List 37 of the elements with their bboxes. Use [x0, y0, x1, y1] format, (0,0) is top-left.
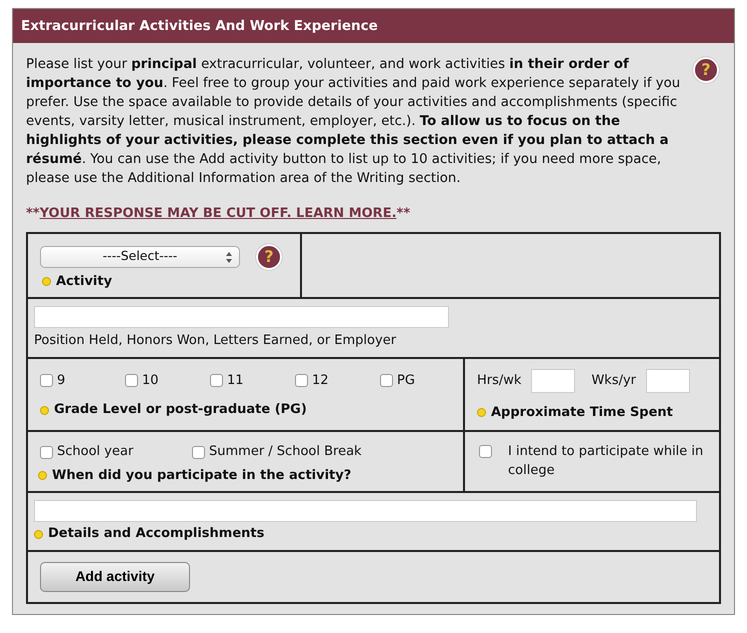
- details-field[interactable]: [34, 500, 697, 522]
- panel-title: Extracurricular Activities And Work Experience: [13, 9, 734, 44]
- field-label: Wks/yr: [591, 372, 636, 390]
- learn-more-link[interactable]: YOUR RESPONSE MAY BE CUT OFF. LEARN MORE.: [40, 206, 397, 222]
- position-field[interactable]: [34, 306, 449, 328]
- number-field[interactable]: [531, 368, 576, 393]
- checkbox-label: 10: [142, 372, 159, 390]
- field-label: Hrs/wk: [477, 372, 522, 390]
- dropdown-arrows-icon: [226, 252, 232, 263]
- checkbox[interactable]: [380, 374, 393, 387]
- checkbox-label: Summer / School Break: [209, 443, 362, 462]
- checkbox[interactable]: [479, 445, 492, 458]
- activity-select[interactable]: ----Select----: [40, 246, 240, 268]
- field-label: Approximate Time Spent: [491, 404, 673, 422]
- checkbox[interactable]: [192, 446, 205, 458]
- add-activity-button[interactable]: Add activity: [40, 562, 190, 592]
- checkbox[interactable]: [295, 374, 308, 387]
- field-label: Details and Accomplishments: [48, 525, 264, 544]
- checkbox[interactable]: [40, 374, 53, 387]
- checkbox-label: 9: [57, 372, 66, 390]
- help-icon[interactable]: ?: [256, 244, 282, 270]
- checkbox-label: PG: [397, 372, 415, 390]
- checkbox-label: School year: [57, 443, 134, 462]
- help-icon[interactable]: ?: [693, 57, 719, 84]
- warning-text: **YOUR RESPONSE MAY BE CUT OFF. LEARN MORE.**: [26, 205, 412, 224]
- checkbox[interactable]: [210, 374, 223, 387]
- intro-paragraph: Please list your principal extracurricular, volunteer, and work activities in their order of importance to you. Feel free to group your activities and paid work experience separately if you prefer. Use the space available to provide details of your activities and accomplishments (specific events, varsity letter, musical instrument, employer, etc.). To allow us to focus on the highlights of your activities, please complete this section even if you plan to attach a résumé. You can use the Add activity button to list up to 10 activities; if you need more space, please use the Additional Information area of the Writing section.: [26, 56, 682, 188]
- checkbox-label: I intend to participate while in college: [508, 443, 704, 480]
- field-label: When did you participate in the activity?: [52, 466, 352, 485]
- field-label: Grade Level or post-graduate (PG): [54, 401, 307, 420]
- field-label: Position Held, Honors Won, Letters Earned, or Employer: [34, 332, 396, 350]
- checkbox-label: 11: [227, 372, 244, 390]
- number-field[interactable]: [646, 368, 690, 393]
- checkbox[interactable]: [125, 374, 138, 387]
- field-label: Activity: [56, 272, 112, 291]
- checkbox[interactable]: [40, 446, 53, 458]
- checkbox-label: 12: [312, 372, 329, 390]
